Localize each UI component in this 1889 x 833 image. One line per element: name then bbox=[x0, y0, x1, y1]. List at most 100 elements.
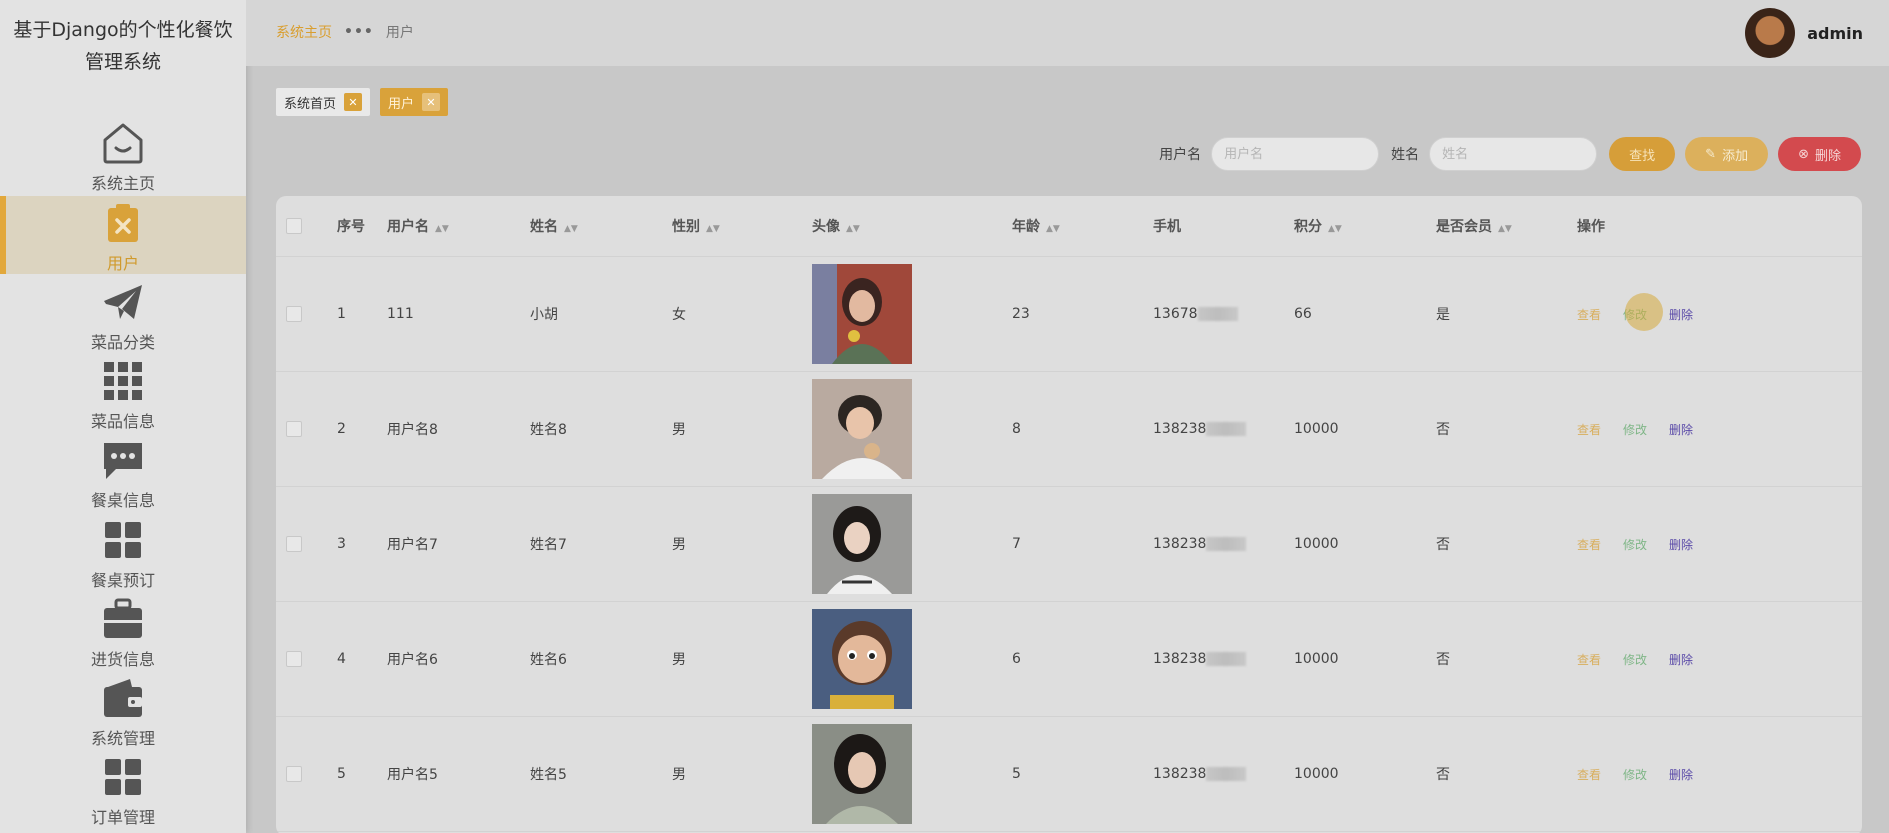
apps-icon bbox=[100, 754, 146, 800]
column-header[interactable]: 姓名 ▲▼ bbox=[529, 196, 671, 257]
delete-button[interactable]: ⊗ 删除 bbox=[1778, 137, 1861, 171]
user-menu[interactable]: admin bbox=[1745, 8, 1863, 58]
column-header[interactable]: 性别 ▲▼ bbox=[671, 196, 811, 257]
sidebar-item-label: 订单管理 bbox=[90, 808, 155, 827]
tab-label: 用户 bbox=[388, 96, 415, 112]
delete-link[interactable]: 删除 bbox=[1669, 766, 1693, 783]
row-checkbox[interactable] bbox=[286, 306, 302, 322]
cell-index: 3 bbox=[336, 486, 386, 602]
home-icon bbox=[100, 120, 146, 166]
cell-username: 用户名6 bbox=[386, 601, 529, 717]
breadcrumb-separator: ••• bbox=[344, 24, 374, 40]
briefcase-icon bbox=[100, 596, 146, 642]
view-link[interactable]: 查看 bbox=[1577, 766, 1601, 783]
name-input[interactable] bbox=[1429, 137, 1598, 171]
sidebar-item-home[interactable]: 系统主页 bbox=[0, 116, 246, 194]
cell-member: 否 bbox=[1435, 716, 1576, 832]
delete-link[interactable]: 删除 bbox=[1669, 421, 1693, 438]
cell-phone: 138238 bbox=[1152, 486, 1293, 602]
user-photo bbox=[812, 609, 912, 709]
blurred-digits bbox=[1206, 422, 1247, 436]
apps-icon bbox=[100, 517, 146, 563]
cell-username: 用户名7 bbox=[386, 486, 529, 602]
column-header[interactable]: 积分 ▲▼ bbox=[1293, 196, 1435, 257]
row-checkbox[interactable] bbox=[286, 536, 302, 552]
paper-plane-icon bbox=[100, 279, 146, 325]
search-bar: 用户名 姓名 查找 ✎ 添加 ⊗ 删除 bbox=[1159, 137, 1861, 171]
delete-link[interactable]: 删除 bbox=[1669, 536, 1693, 553]
cell-index: 4 bbox=[336, 601, 386, 717]
cell-actions: 查看 修改 删除 bbox=[1576, 716, 1862, 832]
column-header[interactable]: 是否会员 ▲▼ bbox=[1435, 196, 1576, 257]
add-button[interactable]: ✎ 添加 bbox=[1685, 137, 1769, 171]
blurred-digits bbox=[1206, 767, 1247, 781]
table-row: 4 用户名6 姓名6 男 6 138238 10000 否 查看 修改 删除 bbox=[276, 601, 1862, 717]
sidebar-item-system[interactable]: 系统管理 bbox=[0, 671, 246, 749]
row-checkbox[interactable] bbox=[286, 651, 302, 667]
user-photo bbox=[812, 494, 912, 594]
avatar[interactable] bbox=[1745, 8, 1796, 58]
edit-link[interactable]: 修改 bbox=[1623, 766, 1647, 783]
sidebar-item-label: 系统管理 bbox=[90, 729, 155, 748]
sidebar-item-dish-info[interactable]: 菜品信息 bbox=[0, 354, 246, 432]
view-link[interactable]: 查看 bbox=[1577, 421, 1601, 438]
name-label: 姓名 bbox=[1391, 147, 1420, 163]
sort-icon: ▲▼ bbox=[1046, 224, 1060, 234]
cell-phone: 13678 bbox=[1152, 256, 1293, 372]
username-label: 用户名 bbox=[1159, 147, 1202, 163]
edit-link[interactable]: 修改 bbox=[1623, 536, 1647, 553]
cell-gender: 男 bbox=[671, 601, 811, 717]
cell-member: 否 bbox=[1435, 371, 1576, 487]
tab-users[interactable]: 用户 ✕ bbox=[380, 88, 449, 116]
sidebar-item-purchase[interactable]: 进货信息 bbox=[0, 592, 246, 670]
cell-actions: 查看 修改 删除 bbox=[1576, 371, 1862, 487]
column-header[interactable]: 年龄 ▲▼ bbox=[1011, 196, 1152, 257]
sidebar-item-table-booking[interactable]: 餐桌预订 bbox=[0, 513, 246, 591]
sort-icon: ▲▼ bbox=[1498, 224, 1512, 234]
cell-actions: 查看 修改 删除 bbox=[1576, 486, 1862, 602]
cell-avatar bbox=[811, 486, 1011, 602]
column-header: 操作 bbox=[1576, 196, 1862, 257]
wallet-icon bbox=[100, 675, 146, 721]
cell-points: 10000 bbox=[1293, 486, 1435, 602]
query-button[interactable]: 查找 bbox=[1609, 137, 1676, 171]
edit-link[interactable]: 修改 bbox=[1623, 421, 1647, 438]
edit-link[interactable]: 修改 bbox=[1623, 651, 1647, 668]
cell-age: 8 bbox=[1011, 371, 1152, 487]
row-checkbox[interactable] bbox=[286, 766, 302, 782]
sort-icon: ▲▼ bbox=[846, 224, 860, 234]
query-button-label: 查找 bbox=[1629, 148, 1656, 164]
row-checkbox[interactable] bbox=[286, 421, 302, 437]
sort-icon: ▲▼ bbox=[706, 224, 720, 234]
view-link[interactable]: 查看 bbox=[1577, 651, 1601, 668]
table-row: 3 用户名7 姓名7 男 7 138238 10000 否 查看 修改 删除 bbox=[276, 486, 1862, 602]
cell-age: 23 bbox=[1011, 256, 1152, 372]
user-photo bbox=[812, 724, 912, 824]
select-all-checkbox[interactable] bbox=[286, 218, 302, 234]
breadcrumb-home[interactable]: 系统主页 bbox=[276, 22, 332, 42]
view-link[interactable]: 查看 bbox=[1577, 536, 1601, 553]
tab-home[interactable]: 系统首页 ✕ bbox=[276, 88, 371, 116]
sidebar-item-users[interactable]: 用户 bbox=[0, 196, 246, 274]
sidebar-item-label: 用户 bbox=[106, 254, 139, 273]
view-link[interactable]: 查看 bbox=[1577, 306, 1601, 323]
user-table: 序号 用户名 ▲▼ 姓名 ▲▼ 性别 ▲▼ 头像 ▲▼ 年龄 ▲▼ 手机 积分 ▲▼ 是否会… bbox=[276, 196, 1862, 832]
column-header[interactable]: 头像 ▲▼ bbox=[811, 196, 1011, 257]
sidebar-item-table-info[interactable]: 餐桌信息 bbox=[0, 433, 246, 511]
cell-avatar bbox=[811, 601, 1011, 717]
delete-button-label: 删除 bbox=[1814, 148, 1841, 164]
username-input[interactable] bbox=[1211, 137, 1380, 171]
tab-label: 系统首页 bbox=[284, 96, 337, 112]
add-icon: ✎ bbox=[1705, 146, 1717, 162]
sidebar-item-dish-category[interactable]: 菜品分类 bbox=[0, 275, 246, 353]
delete-link[interactable]: 删除 bbox=[1669, 651, 1693, 668]
cell-points: 10000 bbox=[1293, 601, 1435, 717]
cell-name: 姓名7 bbox=[529, 486, 671, 602]
delete-link[interactable]: 删除 bbox=[1669, 306, 1693, 323]
close-icon[interactable]: ✕ bbox=[344, 93, 363, 111]
cell-actions: 查看 修改 删除 bbox=[1576, 256, 1862, 372]
close-icon[interactable]: ✕ bbox=[422, 93, 441, 111]
sidebar-item-orders[interactable]: 订单管理 bbox=[0, 750, 246, 828]
column-header[interactable]: 用户名 ▲▼ bbox=[386, 196, 529, 257]
sidebar-item-label: 进货信息 bbox=[90, 650, 155, 669]
